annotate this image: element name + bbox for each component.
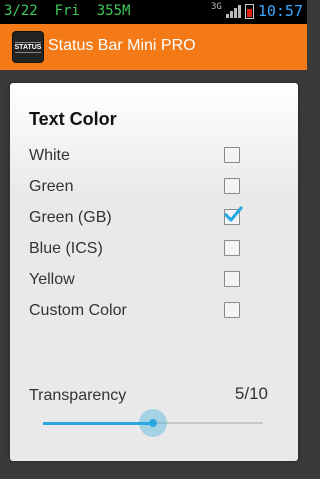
option-green[interactable]: Green [10, 172, 298, 203]
checkmark-icon [224, 206, 243, 222]
battery-icon [244, 3, 254, 19]
option-white[interactable]: White [10, 141, 298, 172]
option-green-gb[interactable]: Green (GB) [10, 203, 298, 234]
checkbox-green-gb[interactable] [224, 206, 243, 225]
dialog-title: Text Color [29, 109, 117, 129]
app-icon[interactable]: STATUS [12, 31, 44, 63]
option-label: Custom Color [29, 302, 127, 319]
option-label: White [29, 147, 70, 164]
option-yellow[interactable]: Yellow [10, 265, 298, 296]
action-bar: STATUS Status Bar Mini PRO [0, 24, 307, 70]
app-icon-label: STATUS [14, 41, 42, 53]
checkbox-white[interactable] [224, 147, 240, 163]
option-blue-ics[interactable]: Blue (ICS) [10, 234, 298, 265]
status-icons: 3G 10:57 [211, 2, 303, 20]
option-label: Green [29, 178, 74, 195]
transparency-value: 5/10 [234, 384, 268, 403]
slider-fill [43, 422, 153, 425]
transparency-slider[interactable] [43, 408, 263, 438]
option-label: Blue (ICS) [29, 240, 103, 257]
clock: 10:57 [257, 2, 303, 20]
checkbox-custom-color[interactable] [224, 302, 240, 318]
network-type-label: 3G [211, 2, 222, 12]
option-label: Green (GB) [29, 209, 112, 226]
checkbox-green[interactable] [224, 178, 240, 194]
signal-icon [225, 4, 241, 18]
status-bar: 3/22 Fri 355M 3G 10:57 [0, 0, 307, 24]
checkbox-yellow[interactable] [224, 271, 240, 287]
app-title: Status Bar Mini PRO [48, 37, 196, 54]
text-color-dialog: Text Color White Green Green (GB) Blue (… [10, 83, 298, 461]
option-label: Yellow [29, 271, 75, 288]
option-custom-color[interactable]: Custom Color [10, 296, 298, 327]
slider-thumb[interactable] [139, 409, 167, 437]
status-info: 3/22 Fri 355M [4, 3, 131, 19]
transparency-label: Transparency [29, 387, 127, 404]
checkbox-blue-ics[interactable] [224, 240, 240, 256]
